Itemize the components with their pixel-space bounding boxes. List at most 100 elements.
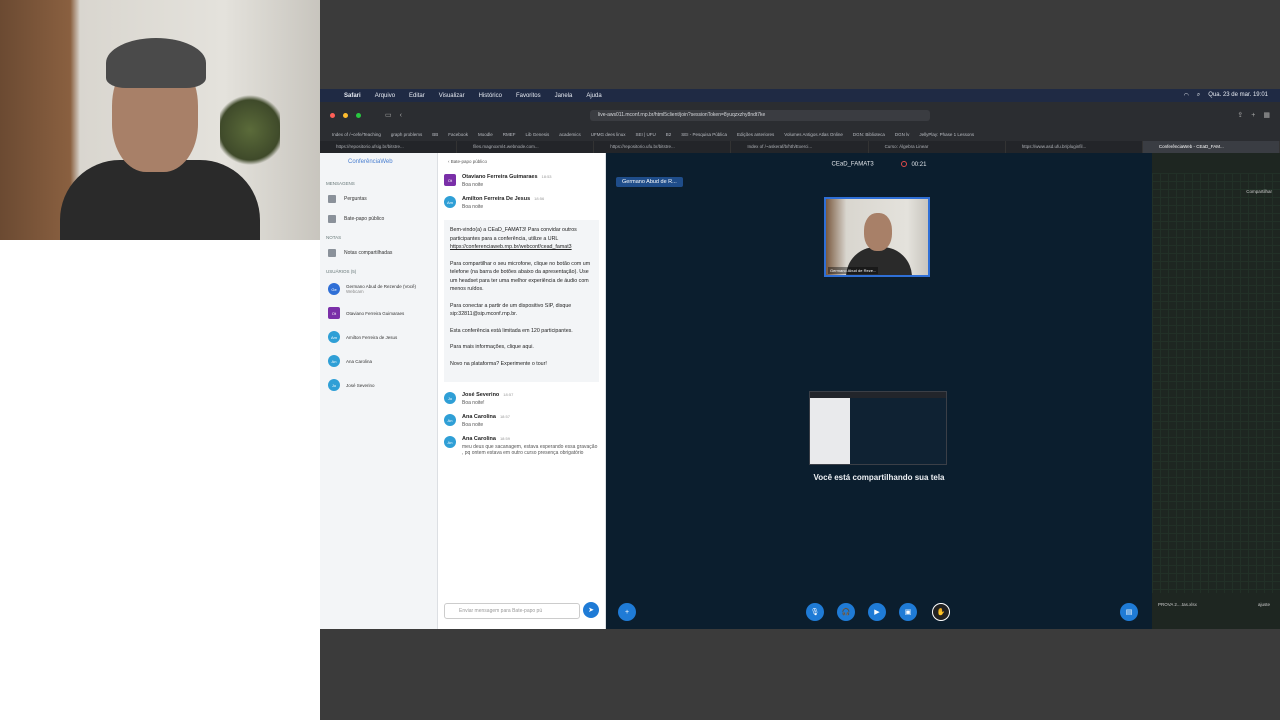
- user-avatar: Jo: [328, 379, 340, 391]
- camera-button[interactable]: ▶: [868, 603, 886, 621]
- chat-header[interactable]: ‹ Bate-papo público: [438, 153, 605, 170]
- user-avatar: An: [328, 355, 340, 367]
- macos-menubar: Safari Arquivo Editar Visualizar Históri…: [320, 89, 1280, 102]
- file-label[interactable]: PROVA 2....tas.xlsx: [1158, 602, 1197, 607]
- public-chat-item[interactable]: Bate-papo público: [320, 209, 437, 229]
- welcome-intro: Bem-vindo(a) a CEaD_FAMAT3! Para convida…: [450, 227, 577, 242]
- menu-historico[interactable]: Histórico: [479, 93, 502, 99]
- menu-visualizar[interactable]: Visualizar: [439, 93, 465, 99]
- notes-heading: NOTAS: [326, 235, 342, 240]
- close-window-button[interactable]: [330, 112, 335, 118]
- bookmark[interactable]: BB: [432, 132, 438, 137]
- menubar-clock[interactable]: Qua. 23 de mar. 19:01: [1208, 92, 1268, 99]
- menu-janela[interactable]: Janela: [555, 93, 573, 99]
- public-chat-label: Bate-papo público: [344, 216, 385, 222]
- audio-headset-button[interactable]: 🎧: [837, 603, 855, 621]
- menu-editar[interactable]: Editar: [409, 93, 425, 99]
- message-time: 18:57: [499, 414, 510, 419]
- user-list-item[interactable]: Am Amilton Ferreira de Jesus: [320, 325, 437, 349]
- bookmark[interactable]: SEI | UFU: [636, 132, 656, 137]
- bookmark[interactable]: SEI - Pesquisa Pública: [681, 132, 727, 137]
- bookmark[interactable]: Edições anteriores: [737, 132, 774, 137]
- bookmarks-bar: Index of /~cefe/Teaching graph problems …: [320, 128, 1280, 141]
- menu-app-name[interactable]: Safari: [344, 93, 361, 99]
- bookmark[interactable]: DGN: Biblioteca: [853, 132, 885, 137]
- menu-arquivo[interactable]: Arquivo: [375, 93, 395, 99]
- browser-tab[interactable]: https://www.asd.ufu.br/pluginfil...: [1006, 141, 1143, 153]
- message-text: meu deus que sacanagem, estava esperando…: [462, 444, 598, 456]
- notes-icon: [328, 249, 336, 257]
- bookmark[interactable]: B2: [666, 132, 672, 137]
- chat-message-input[interactable]: Enviar mensagem para Bate-papo pú: [444, 603, 580, 619]
- user-avatar: Am: [328, 331, 340, 343]
- welcome-more-info[interactable]: Para mais informações, clique aqui.: [450, 343, 593, 352]
- microphone-button[interactable]: 🎙: [806, 603, 824, 621]
- users-heading: USUÁRIOS (5): [326, 269, 357, 274]
- bookmark[interactable]: Index of /~cefe/Teaching: [332, 132, 381, 137]
- bookmark[interactable]: Volumes Antigos Atlas Online: [784, 132, 843, 137]
- adjust-label[interactable]: ajuste: [1258, 602, 1270, 607]
- message-time: 18:53: [541, 174, 552, 179]
- chat-message: Am Amilton Ferreira De Jesus 18:56 Boa no…: [438, 192, 605, 214]
- send-message-button[interactable]: ➤: [583, 602, 599, 618]
- minimize-window-button[interactable]: [343, 112, 348, 118]
- browser-tab[interactable]: Curso: Álgebra Linear: [869, 141, 1006, 153]
- bookmark[interactable]: Facebook: [448, 132, 468, 137]
- menu-favoritos[interactable]: Favoritos: [516, 93, 541, 99]
- bookmark[interactable]: Lib Genesis: [526, 132, 550, 137]
- tab-overview-icon[interactable]: ▦: [1263, 111, 1270, 119]
- bookmark[interactable]: JellyPlay: Phase 1 Lessons: [919, 132, 974, 137]
- bookmark[interactable]: academics: [559, 132, 581, 137]
- browser-tab[interactable]: https://repositorio.ufu.br/bitstre...: [594, 141, 732, 153]
- presenter-body: [60, 160, 260, 240]
- address-bar[interactable]: live-aws011.mconf.rnp.br/html5client/joi…: [589, 109, 930, 121]
- search-icon[interactable]: ⌕: [1197, 92, 1200, 99]
- message-text: Boa noite!: [462, 400, 485, 406]
- chat-title: Bate-papo público: [450, 159, 488, 164]
- sidebar-icon[interactable]: ▭: [385, 111, 392, 119]
- raise-hand-button[interactable]: ✋: [932, 603, 950, 621]
- presentation-toggle-button[interactable]: ▤: [1120, 603, 1138, 621]
- wifi-icon[interactable]: ◠: [1184, 92, 1189, 99]
- user-list-item[interactable]: Ot Otaviano Ferreira Guimaraes: [320, 301, 437, 325]
- shared-notes-item[interactable]: Notas compartilhadas: [320, 243, 437, 263]
- bookmark[interactable]: RMEF: [503, 132, 516, 137]
- webcam-tile[interactable]: Germano Abud de Reze...: [824, 197, 930, 277]
- user-avatar: Ot: [328, 307, 340, 319]
- browser-tab[interactable]: files.magnoxml4.webnode.com...: [457, 141, 595, 153]
- record-icon[interactable]: [901, 161, 908, 167]
- browser-tab[interactable]: Index of /~askeraf/b/hth/Exerci...: [731, 141, 869, 153]
- screen-share-button[interactable]: ▣: [899, 603, 917, 621]
- sharing-status-text: Você está compartilhando sua tela: [813, 473, 945, 482]
- actions-button[interactable]: +: [618, 603, 636, 621]
- new-tab-icon[interactable]: +: [1251, 112, 1255, 119]
- share-icon[interactable]: ⇪: [1237, 111, 1243, 119]
- shared-notes-label: Notas compartilhadas: [344, 250, 393, 256]
- menu-ajuda[interactable]: Ajuda: [586, 93, 601, 99]
- conference-url-link[interactable]: https://conferenciaweb.rnp.br/webconf/ce…: [450, 244, 572, 250]
- chat-message: Jo José Severino 18:57 Boa noite!: [438, 388, 605, 410]
- bookmark[interactable]: DGN lv: [895, 132, 910, 137]
- bookmark[interactable]: UFMG dees linux: [591, 132, 626, 137]
- message-avatar: An: [444, 436, 456, 448]
- user-list-item[interactable]: Jo José Severino: [320, 373, 437, 397]
- message-time: 18:59: [499, 436, 510, 441]
- browser-tab[interactable]: https://repositorio.ufsig.br/bitstre...: [320, 141, 458, 153]
- bookmark[interactable]: Moodle: [478, 132, 493, 137]
- welcome-tour[interactable]: Novo na plataforma? Experimente o tour!: [450, 360, 593, 369]
- message-author: Otaviano Ferreira Guimaraes: [462, 174, 538, 180]
- user-list-item[interactable]: An Ana Carolina: [320, 349, 437, 373]
- questions-item[interactable]: Perguntas: [320, 189, 437, 209]
- bookmark[interactable]: graph problems: [391, 132, 422, 137]
- back-icon[interactable]: ‹: [400, 112, 402, 119]
- chat-icon: [328, 215, 336, 223]
- user-list-item[interactable]: Ge Germano Abud de Rezende (Você) Webcam: [320, 277, 437, 301]
- browser-tab-active[interactable]: ConferênciaWeb - CEaD_FAM...: [1142, 141, 1280, 153]
- user-name: Amilton Ferreira de Jesus: [346, 334, 398, 340]
- presenter-tag[interactable]: Germano Abud de R...: [616, 177, 683, 187]
- welcome-message: Bem-vindo(a) a CEaD_FAMAT3! Para convida…: [444, 220, 599, 382]
- share-label[interactable]: Compartilhar: [1246, 189, 1272, 194]
- user-status: Webcam: [346, 289, 364, 294]
- message-avatar: An: [444, 414, 456, 426]
- zoom-window-button[interactable]: [356, 112, 361, 118]
